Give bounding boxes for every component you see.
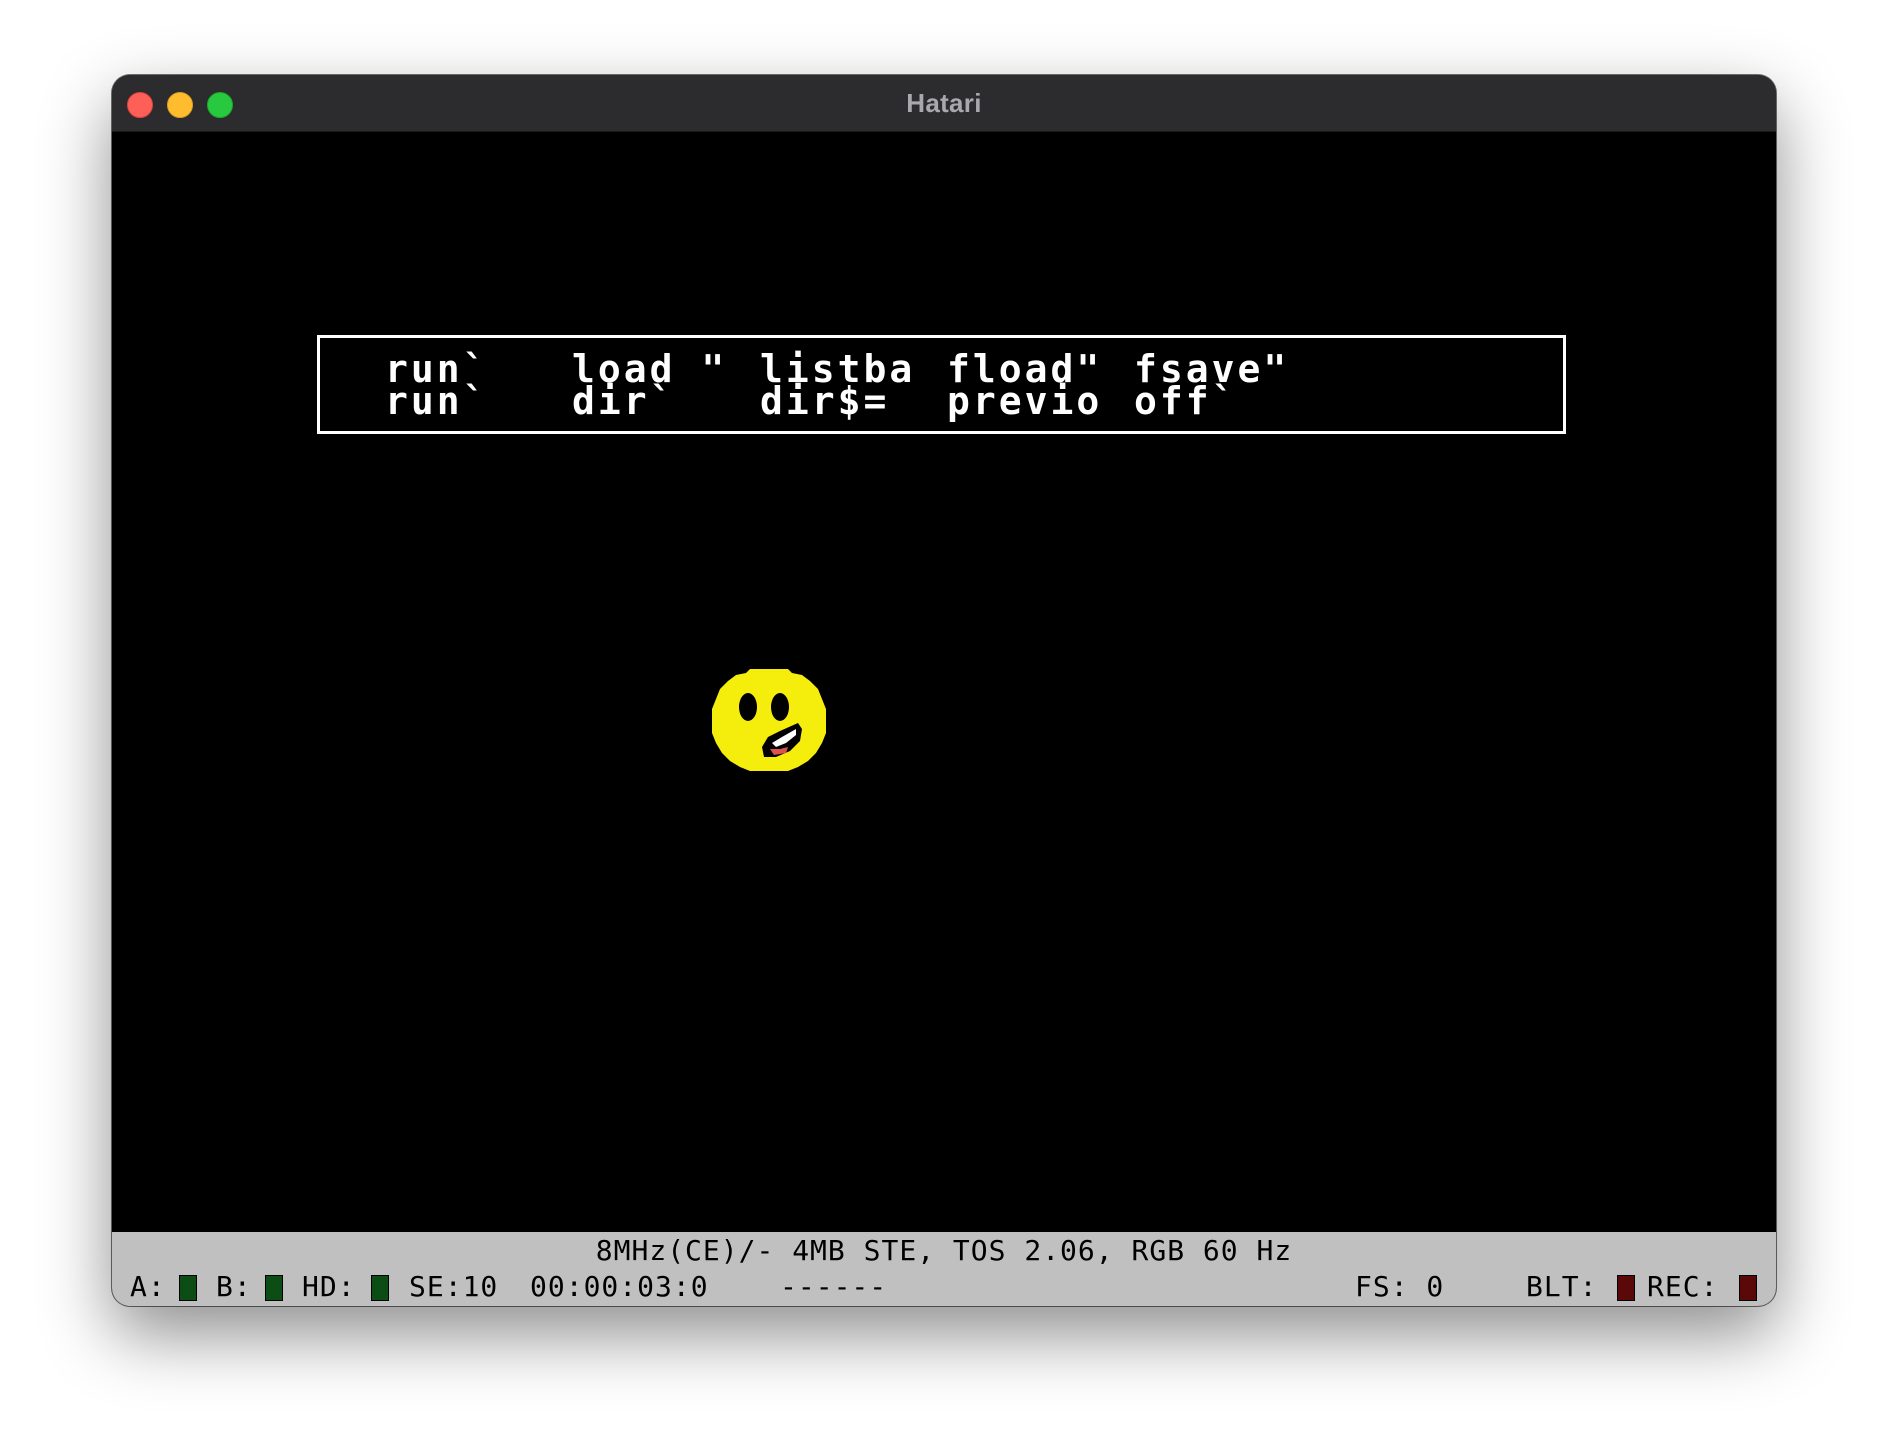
function-key-10[interactable]: off` — [1134, 382, 1238, 420]
title-bar[interactable]: Hatari — [112, 75, 1776, 132]
rec-led — [1739, 1275, 1757, 1301]
smiley-face-icon — [712, 669, 826, 771]
status-dashes: ------ — [780, 1270, 888, 1303]
function-key-8[interactable]: dir$= — [760, 382, 889, 420]
hd-led — [371, 1275, 389, 1301]
function-key-bar: run` load " listba fload" fsave" run` di… — [317, 335, 1566, 434]
drive-b-led — [265, 1275, 283, 1301]
function-key-7[interactable]: dir` — [572, 382, 676, 420]
elapsed-time: 00:00:03:0 — [530, 1270, 709, 1303]
blt-label: BLT: — [1526, 1270, 1598, 1303]
status-indicators: A: B: HD: SE:10 00:00:03:0 ------ FS: 0 … — [112, 1270, 1776, 1304]
hatari-window: Hatari run` load " listba fload" fsave" … — [112, 75, 1776, 1306]
function-key-6[interactable]: run` — [385, 382, 489, 420]
fs-label: FS: 0 — [1355, 1270, 1445, 1303]
rec-label: REC: — [1647, 1270, 1719, 1303]
se-label: SE:10 — [409, 1270, 499, 1303]
drive-a-label: A: — [130, 1270, 166, 1303]
status-bar: 8MHz(CE)/- 4MB STE, TOS 2.06, RGB 60 Hz … — [112, 1232, 1776, 1306]
machine-info: 8MHz(CE)/- 4MB STE, TOS 2.06, RGB 60 Hz — [595, 1234, 1293, 1267]
function-key-row-2: run` dir` dir$= previo off` — [320, 382, 1563, 420]
emulator-screen[interactable]: run` load " listba fload" fsave" run` di… — [112, 132, 1776, 1232]
blt-led — [1617, 1275, 1635, 1301]
window-title: Hatari — [906, 88, 982, 118]
drive-a-led — [179, 1275, 197, 1301]
drive-b-label: B: — [216, 1270, 252, 1303]
function-key-row-1: run` load " listba fload" fsave" — [320, 350, 1563, 388]
hd-label: HD: — [302, 1270, 356, 1303]
function-key-9[interactable]: previo — [947, 382, 1102, 420]
